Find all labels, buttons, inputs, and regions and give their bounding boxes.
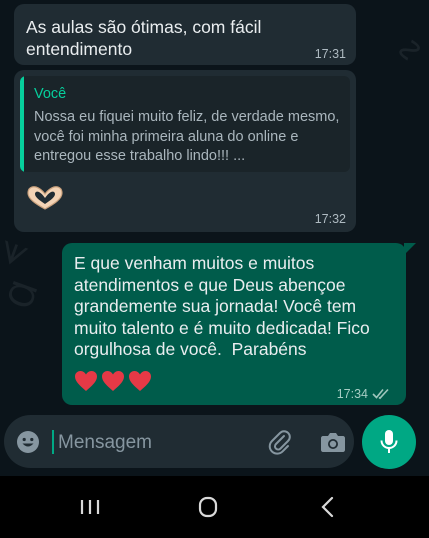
outgoing-message-bubble[interactable]: E que venham muitos e muitos atendimento… (62, 243, 416, 405)
red-heart-emoji (129, 371, 151, 391)
incoming-message-bubble[interactable]: As aulas são ótimas, com fácil entendime… (14, 4, 356, 65)
message-text: E que venham muitos e muitos atendimento… (74, 253, 375, 359)
double-check-read-icon (372, 388, 389, 400)
bubble-tail (404, 243, 416, 255)
wallpaper-doodle: ᗕ (0, 236, 38, 274)
quote-accent-bar (20, 76, 24, 172)
text-cursor (52, 430, 54, 454)
red-heart-emoji (75, 371, 97, 391)
quoted-message[interactable]: Você Nossa eu fiquei muito feliz, de ver… (20, 76, 350, 172)
system-navigation-bar (0, 476, 429, 538)
wallpaper-doodle: Ɑ (0, 275, 47, 315)
heart-hands-emoji (27, 186, 63, 210)
message-time: 17:32 (314, 212, 346, 226)
microphone-button[interactable] (362, 415, 416, 469)
wallpaper-doodle: ∿ (385, 29, 429, 71)
emoji-icon[interactable] (16, 430, 40, 454)
message-input-container[interactable] (4, 415, 354, 468)
message-time: 17:34 (336, 387, 368, 401)
red-heart-emoji (102, 371, 124, 391)
message-time: 17:31 (314, 47, 346, 61)
camera-icon[interactable] (320, 430, 346, 454)
back-button[interactable] (308, 492, 348, 522)
message-text: As aulas são ótimas, com fácil entendime… (26, 17, 262, 59)
quoted-text: Nossa eu fiquei muito feliz, de verdade … (34, 109, 340, 164)
home-button[interactable] (188, 492, 228, 522)
attach-icon[interactable] (266, 428, 294, 456)
message-input[interactable] (56, 429, 250, 457)
incoming-reply-bubble[interactable]: Você Nossa eu fiquei muito feliz, de ver… (14, 70, 356, 232)
red-heart-emojis (74, 370, 152, 392)
message-composer (0, 411, 429, 475)
quoted-author: Você (34, 86, 67, 102)
microphone-icon (380, 430, 398, 453)
recents-button[interactable] (70, 492, 110, 522)
